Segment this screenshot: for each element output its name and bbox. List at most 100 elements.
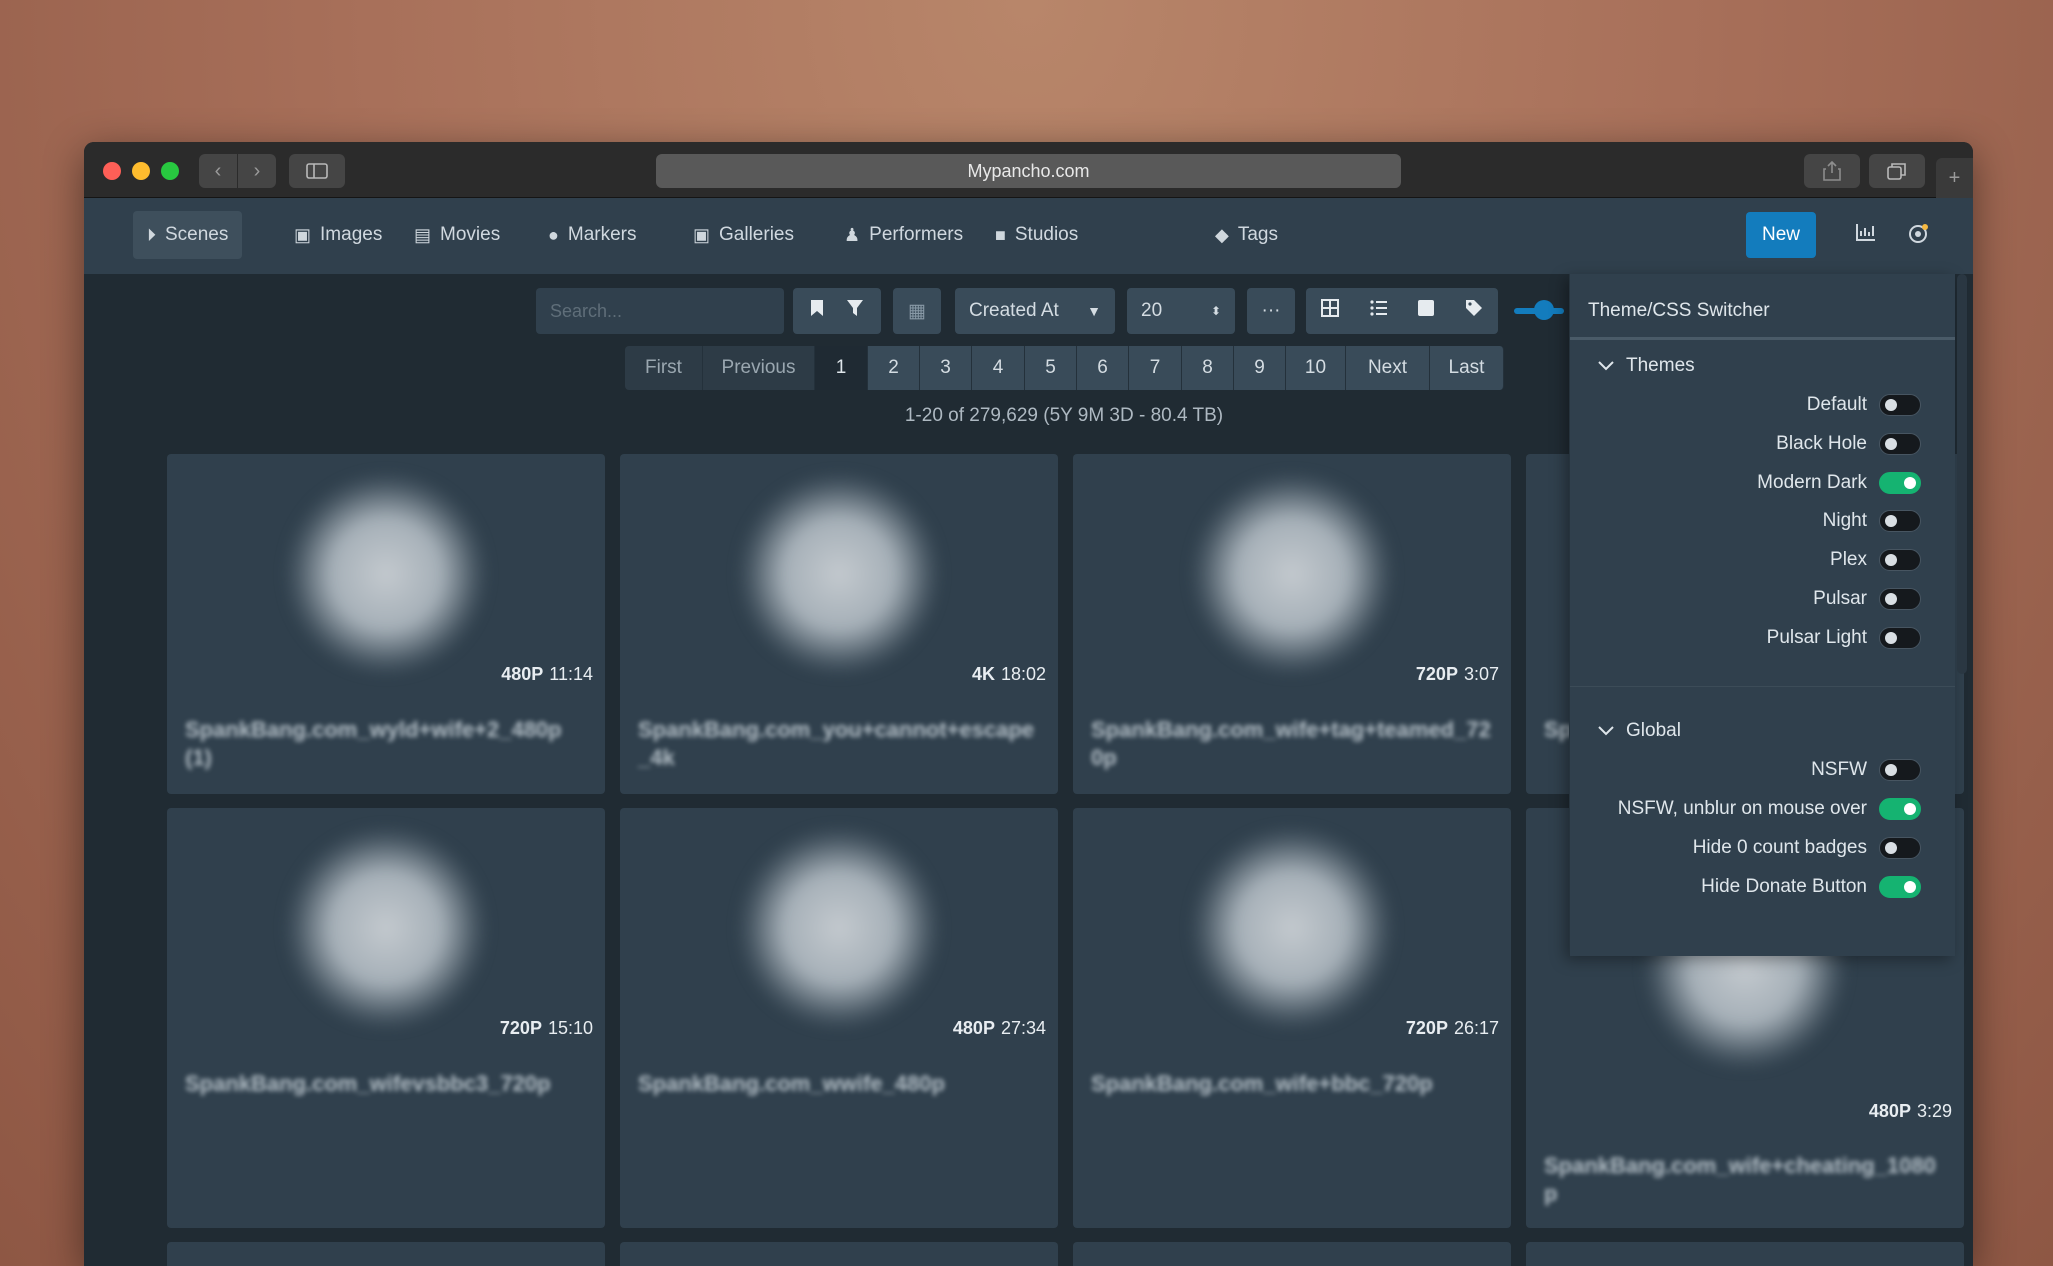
theme-toggle-plex[interactable]: Plex	[1830, 545, 1921, 575]
scene-title[interactable]: SpankBang.com_you+cannot+escape_4k	[638, 716, 1040, 772]
forward-button[interactable]: ›	[238, 154, 276, 188]
scene-meta-badge: 480P 3:29	[1869, 1101, 1952, 1122]
pagination-next[interactable]: Next	[1346, 346, 1430, 390]
pagination-previous[interactable]: Previous	[703, 346, 815, 390]
toggle-switch[interactable]	[1879, 394, 1921, 416]
page-scrollbar[interactable]	[1957, 274, 1967, 674]
scene-meta-badge: 720P 15:10	[500, 1018, 593, 1039]
scene-title[interactable]: SpankBang.com_wife+cheating_1080p	[1544, 1152, 1946, 1208]
toggle-switch[interactable]	[1879, 588, 1921, 610]
pagination-page-9[interactable]: 9	[1234, 346, 1286, 390]
more-options-button[interactable]: ···	[1247, 288, 1295, 334]
pagination-last[interactable]: Last	[1430, 346, 1504, 390]
global-toggle-nsfw[interactable]: NSFW	[1811, 755, 1921, 785]
scene-card[interactable]: 480P 11:14 SpankBang.com_wyld+wife+2_480p…	[167, 454, 605, 794]
theme-toggle-pulsar[interactable]: Pulsar	[1813, 584, 1921, 614]
pagination-page-4[interactable]: 4	[972, 346, 1025, 390]
scene-card[interactable]: 4K 18:02 SpankBang.com_you+cannot+escape_…	[620, 454, 1058, 794]
tagger-view-icon[interactable]	[1465, 299, 1483, 323]
theme-toggle-pulsar-light[interactable]: Pulsar Light	[1767, 623, 1921, 653]
nav-performers[interactable]: ♟ Performers	[830, 211, 977, 259]
global-toggle-hide-zero-badges[interactable]: Hide 0 count badges	[1693, 833, 1921, 863]
themes-section-toggle[interactable]: Themes	[1598, 355, 1695, 377]
scene-card[interactable]	[1073, 1242, 1511, 1266]
new-button[interactable]: New	[1746, 212, 1816, 258]
address-bar[interactable]: Mypancho.com	[656, 154, 1401, 188]
tab-overview-button[interactable]	[1869, 154, 1925, 188]
new-tab-button[interactable]: +	[1936, 158, 1973, 198]
toggle-switch[interactable]	[1879, 510, 1921, 532]
scene-title[interactable]: SpankBang.com_wyld+wife+2_480p (1)	[185, 716, 587, 772]
pagination-page-10[interactable]: 10	[1286, 346, 1346, 390]
toggle-switch[interactable]	[1879, 627, 1921, 649]
zoom-slider-handle[interactable]	[1534, 300, 1554, 320]
back-button[interactable]: ‹	[199, 154, 237, 188]
stats-chart-icon[interactable]	[1855, 222, 1877, 248]
random-button[interactable]: ▦	[893, 288, 941, 334]
nav-studios-label: Studios	[1014, 224, 1079, 245]
user-icon: ♟	[844, 224, 861, 245]
minimize-window-button[interactable]	[132, 162, 150, 180]
nav-scenes[interactable]: ⏵ Scenes	[133, 211, 243, 259]
pagination-page-8[interactable]: 8	[1182, 346, 1234, 390]
duration-label: 3:29	[1916, 1101, 1952, 1121]
nav-images[interactable]: ▣ Images	[280, 211, 396, 259]
toggle-switch[interactable]	[1879, 549, 1921, 571]
toggle-switch[interactable]	[1879, 472, 1921, 494]
scene-title[interactable]: SpankBang.com_wwife_480p	[638, 1070, 1040, 1098]
scene-card[interactable]	[1526, 1242, 1964, 1266]
theme-toggle-black-hole[interactable]: Black Hole	[1776, 429, 1921, 459]
scene-card[interactable]: 720P 26:17 SpankBang.com_wife+bbc_720p	[1073, 808, 1511, 1228]
pagination-first[interactable]: First	[625, 346, 703, 390]
scene-card[interactable]: 720P 15:10 SpankBang.com_wifevsbbc3_720p	[167, 808, 605, 1228]
share-button[interactable]	[1804, 154, 1860, 188]
list-view-icon[interactable]	[1370, 300, 1388, 322]
theme-toggle-default[interactable]: Default	[1807, 390, 1921, 420]
pagination-page-2[interactable]: 2	[868, 346, 920, 390]
pagination-page-7[interactable]: 7	[1129, 346, 1182, 390]
toggle-label: Modern Dark	[1757, 472, 1867, 493]
global-toggle-nsfw-unblur[interactable]: NSFW, unblur on mouse over	[1618, 794, 1921, 824]
zoom-window-button[interactable]	[161, 162, 179, 180]
nav-tags[interactable]: ◆ Tags	[1201, 211, 1292, 259]
global-section-toggle[interactable]: Global	[1598, 720, 1681, 742]
global-toggle-hide-donate[interactable]: Hide Donate Button	[1701, 872, 1921, 902]
bookmark-icon[interactable]	[810, 299, 824, 323]
toggle-switch[interactable]	[1879, 798, 1921, 820]
pagination-page-5[interactable]: 5	[1025, 346, 1077, 390]
pagination-page-1[interactable]: 1	[815, 346, 868, 390]
scene-card[interactable]	[167, 1242, 605, 1266]
chevron-down-icon	[1598, 720, 1614, 742]
toggle-switch[interactable]	[1879, 837, 1921, 859]
search-input[interactable]	[536, 288, 784, 334]
sort-by-select[interactable]: Created At ▼	[955, 288, 1115, 334]
toggle-label: NSFW	[1811, 759, 1867, 780]
sidebar-toggle-button[interactable]	[289, 154, 345, 188]
pagination-page-6[interactable]: 6	[1077, 346, 1129, 390]
scene-card[interactable]: 480P 27:34 SpankBang.com_wwife_480p	[620, 808, 1058, 1228]
pagination-page-3[interactable]: 3	[920, 346, 972, 390]
grid-view-icon[interactable]	[1321, 299, 1340, 323]
settings-gear-icon[interactable]	[1906, 222, 1930, 252]
per-page-select[interactable]: 20 ⬍	[1127, 288, 1235, 334]
scene-title[interactable]: SpankBang.com_wife+bbc_720p	[1091, 1070, 1493, 1098]
theme-toggle-night[interactable]: Night	[1823, 506, 1921, 536]
toggle-switch[interactable]	[1879, 876, 1921, 898]
nav-galleries[interactable]: ▣ Galleries	[679, 211, 808, 259]
wall-view-icon[interactable]	[1418, 300, 1435, 322]
nav-studios[interactable]: ■ Studios	[981, 211, 1092, 259]
scene-title[interactable]: SpankBang.com_wifevsbbc3_720p	[185, 1070, 587, 1098]
tabs-icon	[1887, 163, 1906, 180]
scene-card[interactable]	[620, 1242, 1058, 1266]
toggle-switch[interactable]	[1879, 759, 1921, 781]
close-window-button[interactable]	[103, 162, 121, 180]
toggle-switch[interactable]	[1879, 433, 1921, 455]
video-camera-icon: ■	[995, 224, 1006, 245]
nav-movies[interactable]: ▤ Movies	[400, 211, 514, 259]
theme-toggle-modern-dark[interactable]: Modern Dark	[1757, 468, 1921, 498]
dice-icon: ▦	[908, 300, 926, 322]
scene-card[interactable]: 720P 3:07 SpankBang.com_wife+tag+teamed_7…	[1073, 454, 1511, 794]
nav-markers[interactable]: ● Markers	[534, 211, 651, 259]
scene-title[interactable]: SpankBang.com_wife+tag+teamed_720p	[1091, 716, 1493, 772]
filter-icon[interactable]	[846, 299, 864, 323]
